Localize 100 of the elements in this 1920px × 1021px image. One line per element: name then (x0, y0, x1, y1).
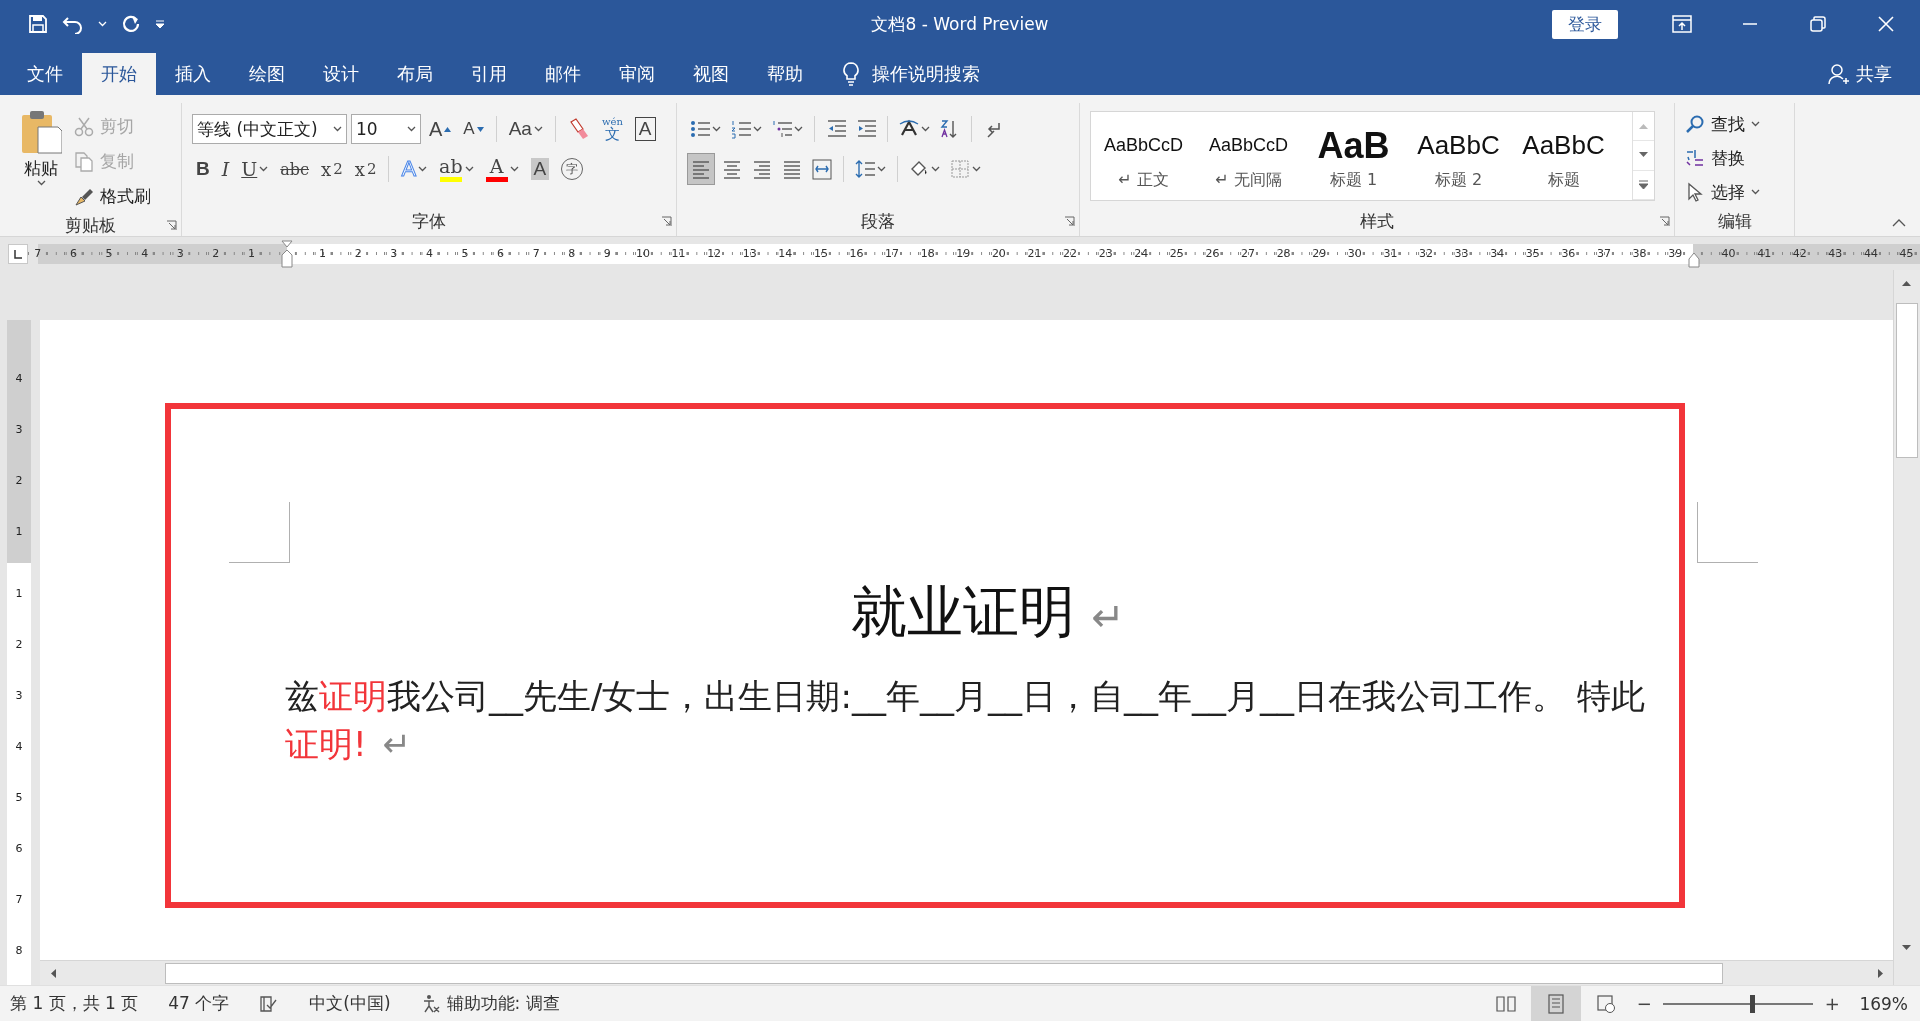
language-indicator[interactable]: 中文(中国) (309, 992, 391, 1015)
caret-icon[interactable] (1751, 189, 1760, 195)
strikethrough-button[interactable]: abc (276, 154, 313, 184)
zoom-slider-thumb[interactable] (1749, 994, 1755, 1013)
grow-font-button[interactable]: A (425, 114, 456, 144)
ribbon-tab[interactable]: 插入 (156, 53, 230, 95)
body-text: 证明! (285, 724, 367, 764)
caret-icon[interactable] (418, 166, 428, 172)
scroll-down-icon[interactable] (1902, 944, 1911, 951)
style-preview[interactable]: AaBbC (1417, 125, 1500, 166)
style-preview[interactable]: AaBbCcD (1209, 125, 1288, 166)
caret-icon[interactable] (972, 166, 981, 172)
triangle-icon (476, 126, 484, 132)
shrink-font-button[interactable]: A (459, 114, 488, 144)
line-spacing-icon (855, 158, 875, 180)
find-button[interactable]: 查找 (1685, 107, 1760, 141)
ribbon-tab[interactable]: 布局 (378, 53, 452, 95)
ribbon-tab[interactable]: 设计 (304, 53, 378, 95)
close-icon[interactable] (1878, 16, 1894, 32)
style-preview[interactable]: AaBbCcD (1104, 125, 1183, 166)
ribbon-tab[interactable]: 文件 (8, 53, 82, 95)
page-count[interactable]: 第 1 页，共 1 页 (10, 992, 139, 1015)
tab-selector[interactable] (8, 243, 28, 264)
tell-me-search[interactable]: 操作说明搜索 (872, 62, 980, 86)
restore-icon[interactable] (1810, 16, 1826, 32)
caret-icon[interactable] (36, 180, 46, 186)
underline-button[interactable]: U (237, 154, 273, 184)
phonetic-guide-button[interactable]: wén 文 (597, 114, 627, 144)
caret-icon[interactable] (931, 166, 940, 172)
font-name-field[interactable]: 等线 (中文正文) (192, 114, 347, 144)
sign-in-button[interactable]: 登录 (1552, 9, 1618, 39)
caret-icon[interactable] (712, 126, 721, 132)
style-name[interactable]: ↵ 正文 (1118, 169, 1169, 191)
caret-icon[interactable] (333, 126, 342, 132)
bold-button[interactable]: B (192, 154, 214, 184)
ribbon-tab[interactable]: 邮件 (526, 53, 600, 95)
caret-icon[interactable] (1751, 121, 1760, 127)
font-color-button[interactable]: A (481, 154, 523, 184)
dialog-launcher-icon[interactable] (166, 220, 177, 231)
scrollbar-thumb[interactable] (1896, 303, 1918, 458)
align-center-icon (722, 158, 742, 180)
style-name[interactable]: 标题 1 (1329, 169, 1378, 191)
ribbon-tab[interactable]: 绘图 (230, 53, 304, 95)
align-left-button[interactable] (687, 153, 715, 185)
zoom-out-button[interactable]: − (1631, 993, 1658, 1014)
zoom-in-button[interactable]: + (1819, 993, 1846, 1014)
right-indent-icon[interactable] (1688, 251, 1700, 268)
zoom-level[interactable]: 169% (1859, 993, 1908, 1014)
caret-icon[interactable] (259, 166, 269, 172)
group-label: 样式 (1360, 211, 1394, 231)
paste-button[interactable]: 粘贴 (0, 103, 70, 214)
scroll-left-icon[interactable] (49, 968, 56, 978)
customize-icon[interactable] (155, 19, 165, 29)
ribbon-tab[interactable]: 帮助 (748, 53, 822, 95)
scroll-right-icon[interactable] (1877, 968, 1884, 978)
caret-icon[interactable] (794, 126, 803, 132)
caret-icon[interactable] (407, 126, 416, 132)
accessibility-status[interactable]: 辅助功能: 调查 (420, 992, 560, 1015)
change-case-button[interactable]: Aa (504, 114, 547, 144)
indent-marker-icon[interactable] (281, 239, 293, 268)
ribbon-tab[interactable]: 引用 (452, 53, 526, 95)
highlight-button[interactable]: ab (435, 154, 478, 184)
font-size-field[interactable]: 10 (351, 114, 421, 144)
dialog-launcher-icon[interactable] (661, 216, 672, 227)
replace-icon (1685, 148, 1705, 168)
paintbrush-icon (74, 186, 94, 207)
decrease-indent-icon (826, 118, 846, 140)
caret-icon[interactable] (533, 126, 543, 132)
share-button[interactable]: 共享 (1828, 53, 1892, 95)
style-name[interactable]: 标题 2 (1434, 169, 1483, 191)
undo-icon[interactable] (62, 14, 84, 34)
collapse-ribbon-icon[interactable] (1892, 219, 1906, 227)
caret-icon[interactable] (509, 166, 519, 172)
dialog-launcher-icon[interactable] (1064, 216, 1075, 227)
scroll-up-icon[interactable] (1902, 279, 1911, 286)
tab-stop-icon (13, 248, 23, 259)
redo-icon[interactable] (121, 14, 141, 34)
web-layout-icon (1596, 993, 1617, 1014)
ribbon-button[interactable]: 格式刷 (70, 179, 155, 214)
caret-icon[interactable] (877, 166, 886, 172)
style-name[interactable]: ↵ 无间隔 (1215, 169, 1282, 191)
ribbon-tab[interactable]: 审阅 (600, 53, 674, 95)
style-name[interactable]: 标题 (1547, 169, 1580, 191)
replace-button[interactable]: 替换 (1685, 141, 1760, 175)
more-icon[interactable] (1639, 180, 1648, 190)
save-icon[interactable] (28, 14, 48, 34)
caret-icon[interactable] (921, 126, 930, 132)
scroll-down-icon[interactable] (1639, 152, 1648, 159)
style-preview[interactable]: AaBbC (1522, 125, 1605, 166)
dialog-launcher-icon[interactable] (1659, 216, 1670, 227)
style-preview[interactable]: AaB (1317, 125, 1390, 166)
caret-icon[interactable] (753, 126, 762, 132)
ribbon-tab[interactable]: 开始 (82, 53, 156, 95)
caret-icon[interactable] (464, 166, 474, 172)
ribbon-tab[interactable]: 视图 (674, 53, 748, 95)
scrollbar-thumb[interactable] (165, 962, 1723, 984)
ribbon-display-icon[interactable] (1672, 15, 1692, 33)
word-count[interactable]: 47 个字 (168, 992, 230, 1015)
italic-button[interactable]: I (217, 154, 234, 184)
select-button[interactable]: 选择 (1685, 175, 1760, 209)
